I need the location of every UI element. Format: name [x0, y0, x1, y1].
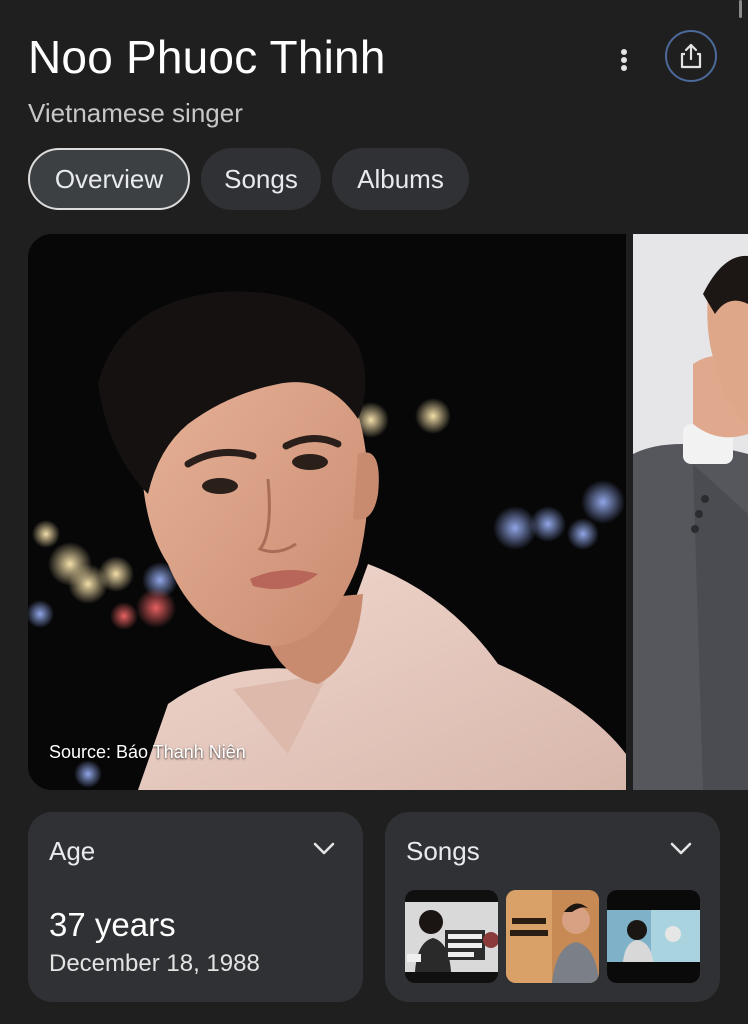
- songs-card[interactable]: Songs: [385, 812, 720, 1002]
- tab-overview[interactable]: Overview: [28, 148, 190, 210]
- birth-date: December 18, 1988: [49, 950, 260, 977]
- knowledge-panel: Noo Phuoc Thinh Vietnamese singer Overvi…: [0, 0, 748, 1024]
- song-thumbnail[interactable]: [405, 890, 498, 983]
- song-thumbnail[interactable]: [506, 890, 599, 983]
- scrollbar[interactable]: [739, 0, 742, 18]
- main-photo[interactable]: Source: Báo Thanh Niên: [28, 234, 626, 790]
- song-cover-image: [607, 890, 700, 983]
- portrait-image-2: [633, 234, 748, 790]
- entity-subtitle: Vietnamese singer: [28, 98, 243, 128]
- portrait-image: [28, 234, 626, 790]
- song-cover-image: [405, 890, 498, 983]
- more-options-button[interactable]: [604, 40, 644, 80]
- share-icon: [680, 43, 702, 69]
- age-card-title: Age: [49, 836, 96, 866]
- songs-card-title: Songs: [406, 836, 480, 866]
- age-card[interactable]: Age 37 years December 18, 1988: [28, 812, 363, 1002]
- share-button[interactable]: [665, 30, 717, 82]
- image-source-caption: Source: Báo Thanh Niên: [49, 742, 246, 762]
- secondary-photo[interactable]: [633, 234, 748, 790]
- age-value: 37 years: [49, 906, 176, 943]
- song-cover-image: [506, 890, 599, 983]
- entity-title: Noo Phuoc Thinh: [28, 31, 386, 83]
- more-vert-icon: [621, 49, 627, 71]
- chevron-down-icon[interactable]: [313, 842, 335, 856]
- tab-songs[interactable]: Songs: [201, 148, 321, 210]
- song-thumbnail[interactable]: [607, 890, 700, 983]
- chevron-down-icon[interactable]: [670, 842, 692, 856]
- tab-albums[interactable]: Albums: [332, 148, 469, 210]
